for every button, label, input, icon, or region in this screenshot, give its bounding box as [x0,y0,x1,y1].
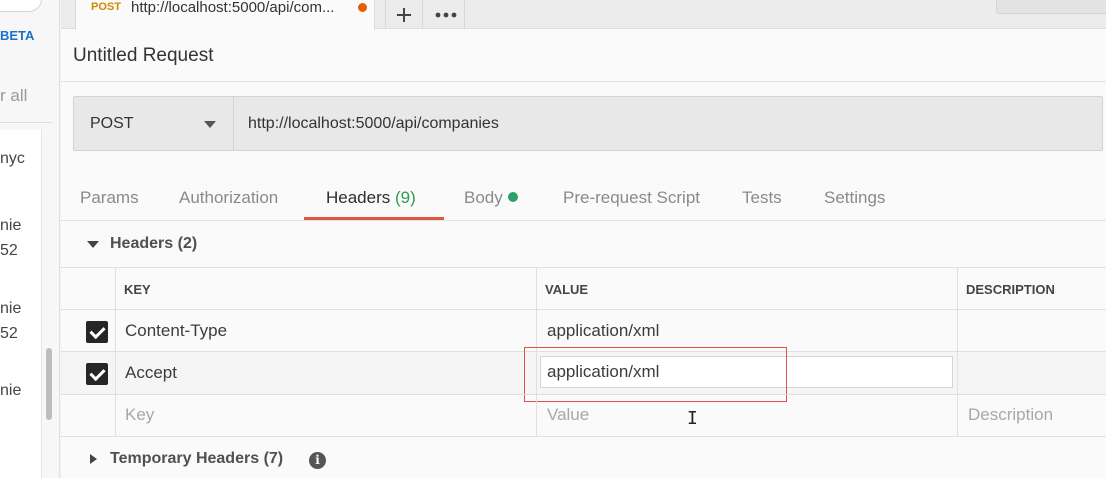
request-tab-active[interactable]: POST http://localhost:5000/api/com... [75,0,375,30]
divider [61,436,1106,437]
tab-body[interactable]: Body [464,188,518,208]
save-button[interactable] [996,0,1106,14]
caret-right-icon[interactable] [90,454,97,464]
body-modified-dot-icon [507,192,518,202]
column-header-value: VALUE [545,282,589,297]
header-description-cell[interactable] [957,310,1106,351]
sidebar-filter-label[interactable]: r all [0,86,27,106]
header-value-cell: application/xml [547,321,660,340]
list-item[interactable]: nie [0,378,21,403]
tab-prerequest-script[interactable]: Pre-request Script [563,188,700,208]
unsaved-dot-icon [358,3,367,12]
tab-headers-count: (9) [395,188,416,207]
headers-section-toggle[interactable]: Headers (2) [110,235,197,253]
new-key-placeholder: Key [125,405,155,424]
table-row-new: Key Value Description [61,394,1106,436]
plus-icon [397,7,411,22]
tab-url-label: http://localhost:5000/api/com... [131,0,335,16]
temporary-headers-title: Temporary Headers [110,450,260,467]
method-select[interactable]: POST [74,97,234,150]
list-item[interactable]: nie [0,296,21,321]
caret-down-icon [204,121,216,128]
header-key-cell: Content-Type [125,321,228,340]
tab-method-label: POST [91,1,121,13]
request-tab-strip: POST http://localhost:5000/api/com... [61,0,1106,30]
tab-params[interactable]: Params [80,188,139,208]
headers-section-count: (2) [177,235,198,252]
column-header-description: DESCRIPTION [966,282,1055,297]
request-bar: POST [73,96,1103,151]
text-cursor-icon: I [687,408,698,429]
sidebar-list: nyc nie 52 nie 52 nie [0,130,42,478]
table-row: Content-Type application/xml [61,309,1106,351]
tab-headers-label: Headers [326,188,391,207]
tab-authorization[interactable]: Authorization [179,188,278,208]
new-value-placeholder: Value [547,405,590,424]
row-enabled-checkbox[interactable] [86,363,108,385]
headers-section-title: Headers [110,235,174,252]
list-item[interactable]: nie [0,213,21,238]
list-item[interactable]: 52 [0,321,18,346]
more-tabs-button[interactable] [427,0,465,29]
temporary-headers-toggle[interactable]: Temporary Headers (7) [110,450,283,468]
beta-label: BETA [0,28,35,43]
ellipsis-icon [435,12,456,17]
main-panel: POST http://localhost:5000/api/com... Un… [61,0,1106,478]
tab-tests[interactable]: Tests [742,188,782,208]
table-header-row: KEY VALUE DESCRIPTION [61,267,1106,309]
url-input[interactable] [248,115,1068,133]
sidebar-divider [0,122,52,123]
caret-down-icon[interactable] [87,241,99,248]
temporary-headers-count: (7) [263,450,284,467]
method-label: POST [90,115,134,132]
list-item[interactable]: nyc [0,146,25,171]
tab-settings[interactable]: Settings [824,188,885,208]
header-description-cell[interactable] [957,352,1106,394]
sidebar: BETA r all nyc nie 52 nie 52 nie [0,0,60,478]
divider [61,220,1106,221]
new-description-placeholder: Description [968,405,1054,424]
row-enabled-checkbox[interactable] [86,321,108,343]
column-header-key: KEY [124,282,151,297]
header-key-cell: Accept [125,363,177,382]
new-tab-button[interactable] [385,0,423,29]
divider [61,81,1106,82]
request-title[interactable]: Untitled Request [73,45,213,67]
tab-body-label: Body [464,188,503,207]
info-icon[interactable]: i [309,452,326,469]
tab-headers[interactable]: Headers (9) [326,188,416,208]
sidebar-search-pill[interactable] [0,0,42,12]
list-item[interactable]: 52 [0,238,18,263]
sidebar-scrollbar[interactable] [46,348,52,420]
